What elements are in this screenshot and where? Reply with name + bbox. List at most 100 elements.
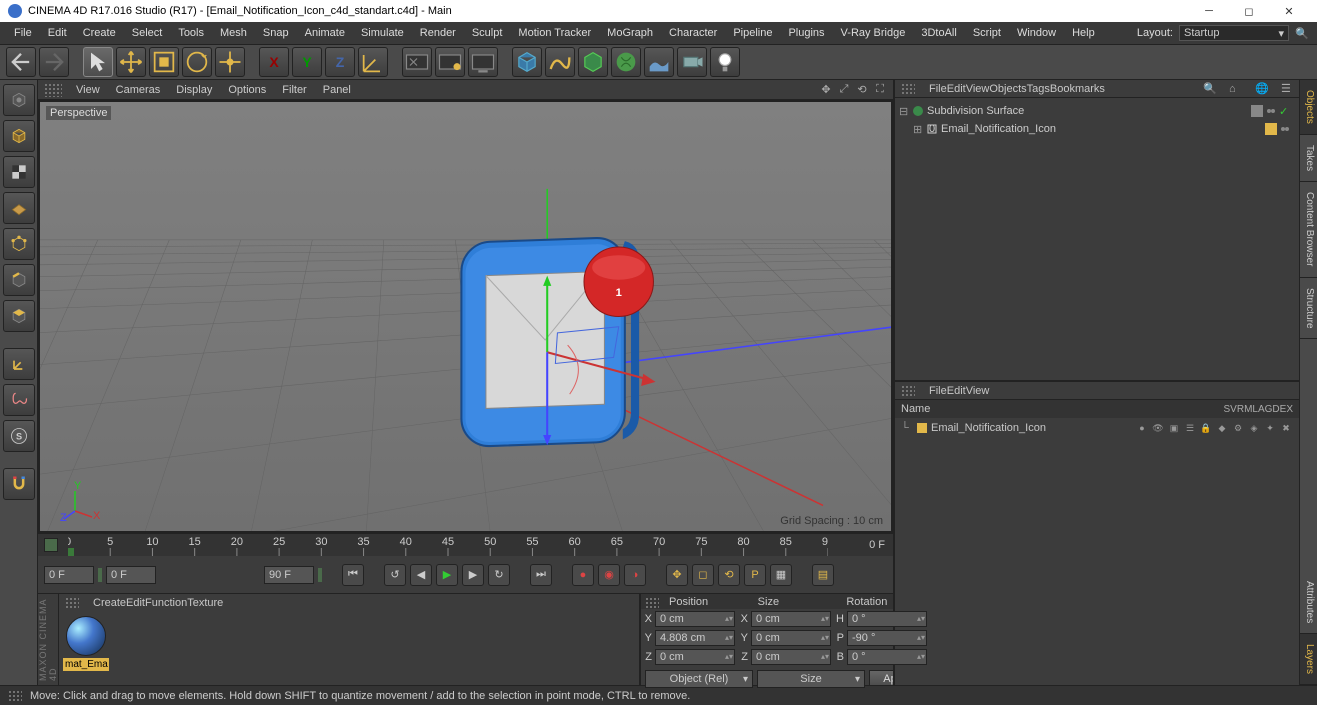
vp-rotate-icon[interactable]: ⟲ — [855, 83, 869, 97]
vp-expand-icon[interactable]: ⛶ — [873, 83, 887, 97]
size-x[interactable]: 0 cm▴▾ — [751, 611, 831, 627]
menu-select[interactable]: Select — [124, 27, 171, 39]
lock-icon[interactable]: 🔒 — [1199, 422, 1213, 434]
coord-system[interactable] — [358, 47, 388, 77]
menu-texture[interactable]: Texture — [187, 597, 223, 609]
menu-motion-tracker[interactable]: Motion Tracker — [510, 27, 599, 39]
freehand-tool[interactable] — [215, 47, 245, 77]
menu-window[interactable]: Window — [1009, 27, 1064, 39]
menu-file[interactable]: File — [6, 27, 40, 39]
rot-h[interactable]: 0 °▴▾ — [847, 611, 927, 627]
key-pos-button[interactable]: ✥ — [666, 564, 688, 586]
menu-options[interactable]: Options — [220, 84, 274, 96]
object-tree[interactable]: ⊟ Subdivision Surface ✓ ⊞ 0 Email_Notifi… — [895, 98, 1299, 380]
key-pla-button[interactable]: ▦ — [770, 564, 792, 586]
menu-objects[interactable]: Objects — [989, 83, 1026, 95]
tab-attributes[interactable]: Attributes — [1300, 571, 1317, 634]
rot-p[interactable]: -90 °▴▾ — [847, 630, 927, 646]
layer-color[interactable] — [917, 423, 927, 433]
cube-primitive[interactable] — [512, 47, 542, 77]
menu-character[interactable]: Character — [661, 27, 725, 39]
keyframe-sel-button[interactable]: ◑ — [624, 564, 646, 586]
polygon-mode[interactable] — [3, 300, 35, 332]
snap-mode[interactable]: S — [3, 420, 35, 452]
layer-tag[interactable] — [1265, 123, 1277, 135]
menu-animate[interactable]: Animate — [297, 27, 353, 39]
menu-bookmarks[interactable]: Bookmarks — [1050, 83, 1105, 95]
home-icon[interactable]: ⌂ — [1229, 83, 1241, 95]
pos-z[interactable]: 0 cm▴▾ — [655, 649, 735, 665]
visibility-tag[interactable] — [1279, 123, 1291, 135]
rot-b[interactable]: 0 °▴▾ — [847, 649, 927, 665]
minimize-button[interactable]: ─ — [1189, 0, 1229, 22]
edge-mode[interactable] — [3, 264, 35, 296]
object-name[interactable]: Email_Notification_Icon — [941, 123, 1056, 135]
magnet-tool[interactable] — [3, 468, 35, 500]
menu-function[interactable]: Function — [145, 597, 187, 609]
expand-icon[interactable]: ⊞ — [913, 123, 925, 136]
tab-content-browser[interactable]: Content Browser — [1300, 182, 1317, 277]
menu-tags[interactable]: Tags — [1027, 83, 1050, 95]
tab-layers[interactable]: Layers — [1300, 634, 1317, 685]
menu-view[interactable]: View — [68, 84, 108, 96]
point-mode[interactable] — [3, 228, 35, 260]
prev-key-button[interactable]: ↺ — [384, 564, 406, 586]
record-button[interactable]: ● — [572, 564, 594, 586]
layout-select[interactable]: Startup — [1179, 25, 1289, 41]
object-name[interactable]: Subdivision Surface — [927, 105, 1024, 117]
play-button[interactable]: ▶ — [436, 564, 458, 586]
model-mode[interactable] — [3, 120, 35, 152]
timeline-ruler[interactable]: 051015202530354045505560657075808590 0 F — [38, 534, 893, 556]
tree-row[interactable]: ⊞ 0 Email_Notification_Icon — [895, 120, 1299, 138]
generator-tool[interactable] — [578, 47, 608, 77]
size-y[interactable]: 0 cm▴▾ — [751, 630, 831, 646]
undo-button[interactable] — [6, 47, 36, 77]
render-icon[interactable]: ▣ — [1167, 422, 1181, 434]
axis-mode[interactable] — [3, 348, 35, 380]
menu-file[interactable]: File — [929, 83, 947, 95]
menu-snap[interactable]: Snap — [255, 27, 297, 39]
goto-start-button[interactable]: ⏮ — [342, 564, 364, 586]
menu-sculpt[interactable]: Sculpt — [464, 27, 511, 39]
menu-create[interactable]: Create — [75, 27, 124, 39]
tab-takes[interactable]: Takes — [1300, 135, 1317, 182]
light-tool[interactable] — [710, 47, 740, 77]
menu-display[interactable]: Display — [168, 84, 220, 96]
deform-icon[interactable]: ◈ — [1247, 422, 1261, 434]
size-z[interactable]: 0 cm▴▾ — [751, 649, 831, 665]
select-tool[interactable] — [83, 47, 113, 77]
xref-icon[interactable]: ✖ — [1279, 422, 1293, 434]
menu-cameras[interactable]: Cameras — [108, 84, 169, 96]
fold-icon[interactable]: ☰ — [1281, 82, 1293, 95]
key-scale-button[interactable]: ◻ — [692, 564, 714, 586]
autokey-button[interactable]: ◉ — [598, 564, 620, 586]
menu-mograph[interactable]: MoGraph — [599, 27, 661, 39]
texture-mode[interactable] — [3, 156, 35, 188]
z-axis-lock[interactable]: Z — [325, 47, 355, 77]
gen-icon[interactable]: ⚙ — [1231, 422, 1245, 434]
expand-icon[interactable]: ⊟ — [899, 105, 911, 118]
menu-create[interactable]: Create — [93, 597, 126, 609]
menu-edit[interactable]: Edit — [126, 597, 145, 609]
tweak-mode[interactable] — [3, 384, 35, 416]
visible-icon[interactable]: 👁 — [1151, 422, 1165, 434]
layers-list[interactable]: └ Email_Notification_Icon ● 👁 ▣ ☰ 🔒 ◆ ⚙ … — [895, 418, 1299, 685]
manager-icon[interactable]: ☰ — [1183, 422, 1197, 434]
environment-tool[interactable] — [644, 47, 674, 77]
anim-icon[interactable]: ◆ — [1215, 422, 1229, 434]
grip-icon[interactable] — [44, 83, 62, 97]
layer-name[interactable]: Email_Notification_Icon — [931, 422, 1046, 434]
solo-icon[interactable]: ● — [1135, 422, 1149, 434]
layer-tag[interactable] — [1251, 105, 1263, 117]
spline-tool[interactable] — [545, 47, 575, 77]
menu-edit[interactable]: Edit — [947, 385, 966, 397]
menu-tools[interactable]: Tools — [170, 27, 212, 39]
search-icon[interactable]: 🔍 — [1295, 27, 1311, 40]
goto-end-button[interactable]: ⏭ — [530, 564, 552, 586]
camera-tool[interactable] — [677, 47, 707, 77]
size-mode-select[interactable]: Size — [757, 670, 865, 688]
key-rot-button[interactable]: ⟲ — [718, 564, 740, 586]
material-list[interactable]: mat_Ema — [59, 612, 639, 685]
search-icon[interactable]: 🔍 — [1203, 82, 1215, 95]
render-view[interactable] — [402, 47, 432, 77]
